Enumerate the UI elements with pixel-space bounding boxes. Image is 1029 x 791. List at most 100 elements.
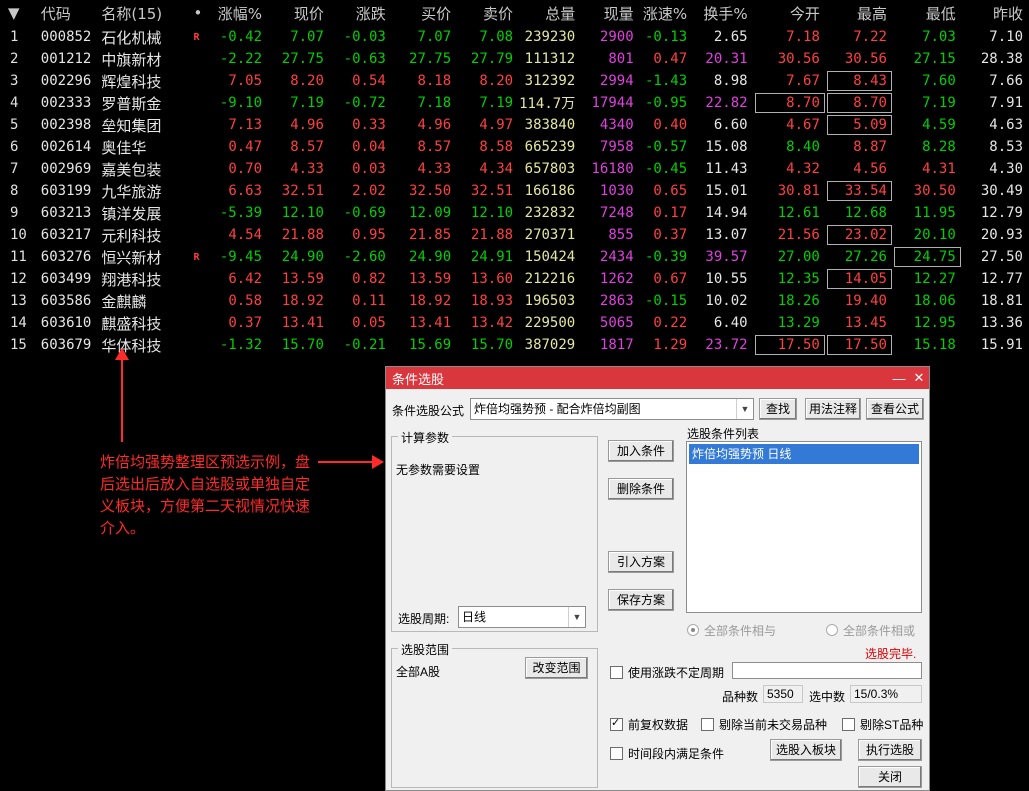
header-bid[interactable]: 买价 <box>392 0 457 26</box>
table-row[interactable]: 3 002296 辉煌科技 7.05 8.20 0.54 8.18 8.20 3… <box>0 70 1029 92</box>
volume: 111312 <box>524 51 576 67</box>
table-row[interactable]: 1 000852 石化机械 R -0.42 7.07 -0.03 7.07 7.… <box>0 26 1029 48</box>
prev-close: 12.79 <box>980 205 1023 221</box>
turnover: 2.65 <box>713 29 748 45</box>
header-high[interactable]: 最高 <box>826 0 893 26</box>
header-ask[interactable]: 卖价 <box>457 0 519 26</box>
range-value: 全部A股 <box>396 665 441 679</box>
header-name[interactable]: 名称(15) <box>97 0 193 26</box>
turnover: 6.60 <box>713 117 748 133</box>
period-select[interactable]: 日线 ▼ <box>458 606 586 628</box>
save-plan-button[interactable]: 保存方案 <box>608 589 674 611</box>
radio-all-or-label: 全部条件相或 <box>843 624 916 638</box>
row-index: 10 <box>10 227 27 243</box>
volume: 212216 <box>524 271 576 287</box>
delete-condition-button[interactable]: 删除条件 <box>608 478 674 500</box>
list-item[interactable]: 炸倍均强势预 日线 <box>689 444 919 464</box>
table-row[interactable]: 8 603199 九华旅游 6.63 32.51 2.02 32.50 32.5… <box>0 180 1029 202</box>
margin-flag: R <box>193 31 200 43</box>
header-cur-vol[interactable]: 现量 <box>581 0 639 26</box>
header-pct[interactable]: 涨幅% <box>211 0 268 26</box>
header-code[interactable]: 代码 <box>41 0 98 26</box>
table-row[interactable]: 2 001212 中旗新材 -2.22 27.75 -0.63 27.75 27… <box>0 48 1029 70</box>
import-plan-button[interactable]: 引入方案 <box>608 551 674 573</box>
header-open[interactable]: 今开 <box>754 0 826 26</box>
row-index: 1 <box>10 29 19 45</box>
table-row[interactable]: 4 002333 罗普斯金 -9.10 7.19 -0.72 7.18 7.19… <box>0 92 1029 114</box>
usage-notes-button[interactable]: 用法注释 <box>805 398 861 420</box>
close-icon[interactable]: ✕ <box>909 370 929 386</box>
formula-select[interactable]: 炸倍均强势预 - 配合炸倍均副图 ▼ <box>470 398 754 420</box>
change-range-button[interactable]: 改变范围 <box>525 657 588 679</box>
condition-listbox[interactable]: 炸倍均强势预 日线 <box>686 441 922 613</box>
table-row[interactable]: 10 603217 元利科技 4.54 21.88 0.95 21.85 21.… <box>0 224 1029 246</box>
price: 7.19 <box>290 95 324 111</box>
ask: 8.58 <box>479 139 514 155</box>
speed: -0.95 <box>644 95 688 111</box>
forward-adjust-checkbox[interactable]: 前复权数据 <box>610 716 688 733</box>
radio-all-or[interactable]: 全部条件相或 <box>826 622 915 639</box>
header-speed[interactable]: 涨速% <box>640 0 694 26</box>
bid: 7.07 <box>417 29 452 45</box>
price: 21.88 <box>281 227 324 243</box>
params-group: 计算参数 无参数需要设置 选股周期: 日线 ▼ <box>391 429 598 632</box>
change: 0.11 <box>352 293 386 309</box>
current-volume: 801 <box>608 51 634 67</box>
table-row[interactable]: 7 002969 嘉美包装 0.70 4.33 0.03 4.33 4.34 6… <box>0 158 1029 180</box>
add-to-board-button[interactable]: 选股入板块 <box>770 739 842 761</box>
chevron-down-icon: ▼ <box>736 399 753 419</box>
view-formula-button[interactable]: 查看公式 <box>866 398 924 420</box>
time-range-checkbox[interactable]: 时间段内满足条件 <box>610 745 724 762</box>
row-index: 14 <box>10 315 27 331</box>
find-button[interactable]: 查找 <box>759 398 797 420</box>
table-row[interactable]: 5 002398 垒知集团 7.13 4.96 0.33 4.96 4.97 3… <box>0 114 1029 136</box>
radio-all-and[interactable]: 全部条件相与 <box>687 622 776 639</box>
table-row[interactable]: 12 603499 翔港科技 6.42 13.59 0.82 13.59 13.… <box>0 268 1029 290</box>
low: 20.10 <box>913 227 956 243</box>
speed: 0.17 <box>653 205 688 221</box>
variable-period-input[interactable] <box>732 662 922 679</box>
minimize-icon[interactable]: — <box>889 371 909 386</box>
volume: 239230 <box>524 29 576 45</box>
current-volume: 16180 <box>591 161 634 177</box>
exclude-untraded-checkbox[interactable]: 剔除当前未交易品种 <box>701 716 827 733</box>
table-row[interactable]: 6 002614 奥佳华 0.47 8.57 0.04 8.57 8.58 66… <box>0 136 1029 158</box>
stock-name: 奥佳华 <box>101 138 147 157</box>
add-condition-button[interactable]: 加入条件 <box>608 440 674 462</box>
sort-arrow-icon[interactable]: ▼ <box>0 0 41 26</box>
pct-change: 7.05 <box>228 73 263 89</box>
pct-change: 7.13 <box>228 117 263 133</box>
price: 8.20 <box>290 73 324 89</box>
current-volume: 2994 <box>599 73 634 89</box>
change: 0.33 <box>352 117 386 133</box>
exclude-st-checkbox[interactable]: 剔除ST品种 <box>842 716 923 733</box>
dialog-titlebar[interactable]: 条件选股 — ✕ <box>386 367 929 389</box>
speed: 0.67 <box>653 271 688 287</box>
header-low[interactable]: 最低 <box>893 0 962 26</box>
header-price[interactable]: 现价 <box>268 0 330 26</box>
header-prev[interactable]: 昨收 <box>962 0 1029 26</box>
high: 7.22 <box>853 29 887 45</box>
volume: 114.7万 <box>519 96 576 112</box>
table-row[interactable]: 15 603679 华体科技 -1.32 15.70 -0.21 15.69 1… <box>0 334 1029 356</box>
close-button[interactable]: 关闭 <box>858 766 922 788</box>
stock-name: 恒兴新材 <box>101 248 162 267</box>
table-row[interactable]: 11 603276 恒兴新材 R -9.45 24.90 -2.60 24.90… <box>0 246 1029 268</box>
header-change[interactable]: 涨跌 <box>330 0 392 26</box>
pct-change: 6.42 <box>228 271 263 287</box>
execute-select-button[interactable]: 执行选股 <box>858 739 922 761</box>
current-volume: 1817 <box>599 337 634 353</box>
table-row[interactable]: 13 603586 金麒麟 0.58 18.92 0.11 18.92 18.9… <box>0 290 1029 312</box>
current-volume: 855 <box>608 227 634 243</box>
price: 32.51 <box>281 183 324 199</box>
volume: 150424 <box>524 249 576 265</box>
table-row[interactable]: 14 603610 麒盛科技 0.37 13.41 0.05 13.41 13.… <box>0 312 1029 334</box>
table-row[interactable]: 9 603213 镇洋发展 -5.39 12.10 -0.69 12.09 12… <box>0 202 1029 224</box>
header-turnover[interactable]: 换手% <box>693 0 753 26</box>
margin-flag <box>193 290 211 312</box>
change: -0.69 <box>343 205 386 221</box>
use-variable-period-checkbox[interactable]: 使用涨跌不定周期 <box>610 664 724 681</box>
header-volume[interactable]: 总量 <box>519 0 581 26</box>
row-index: 15 <box>10 337 27 353</box>
ask: 27.79 <box>470 51 514 67</box>
